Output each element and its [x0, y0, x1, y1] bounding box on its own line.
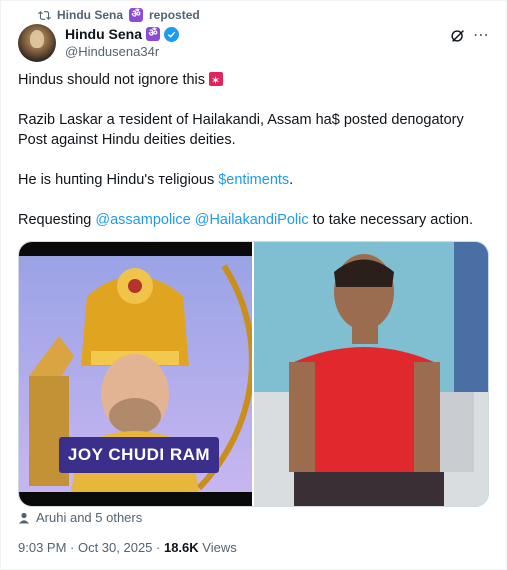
- liked-by[interactable]: Aruhi and 5 others: [18, 510, 142, 525]
- siren-emoji-icon: [209, 71, 224, 91]
- liked-by-text[interactable]: Aruhi and 5 others: [36, 510, 142, 525]
- repost-label: reposted: [149, 8, 200, 22]
- mention-hailakandipolic[interactable]: @HailakandiPolic: [195, 212, 309, 228]
- caption-banner: JOY CHUDI RAM: [59, 437, 219, 473]
- tweet-line-1: Hindus should not ignore this: [18, 70, 488, 91]
- author-handle[interactable]: @Hindusena34r: [65, 44, 179, 59]
- author-block[interactable]: Hindu Sena ॐ @Hindusena34r: [65, 25, 180, 59]
- cashtag-link[interactable]: $entiments: [218, 172, 289, 188]
- om-badge-icon: ॐ: [129, 8, 144, 22]
- media-image-1[interactable]: JOY CHUDI RAM: [19, 242, 252, 506]
- avatar[interactable]: [18, 24, 56, 62]
- views-label: Views: [198, 540, 237, 555]
- grok-icon[interactable]: [449, 27, 467, 45]
- person-icon: [19, 512, 29, 523]
- more-icon[interactable]: ⋯: [473, 25, 490, 45]
- views-count: 18.6K: [163, 540, 199, 555]
- repost-icon: [38, 10, 51, 20]
- tweet-line-4: Requesting @assampolice @HailakandiPolic…: [18, 212, 474, 228]
- repost-header[interactable]: Hindu Sena ॐ reposted: [38, 7, 200, 23]
- media-grid[interactable]: JOY CHUDI RAM: [18, 241, 489, 507]
- person-photo: [254, 242, 488, 506]
- author-name[interactable]: Hindu Sena: [65, 26, 142, 42]
- tweet-meta: 9:03 PM · Oct 30, 2025 · 18.6K Views: [18, 540, 237, 555]
- media-image-2[interactable]: [254, 242, 488, 506]
- timestamp[interactable]: 9:03 PM · Oct 30, 2025 ·: [18, 540, 164, 555]
- tweet-line-2: Razib Laskar a тesident of Hailakandi, A…: [18, 112, 464, 148]
- om-badge-icon: ॐ: [146, 27, 161, 41]
- repost-account[interactable]: Hindu Sena: [57, 8, 123, 22]
- tweet-line-3: He is huпting Hindu's тeligious $entimen…: [18, 172, 294, 188]
- caption-text: JOY CHUDI RAM: [67, 445, 211, 464]
- mention-assampolice[interactable]: @assampolice: [95, 212, 190, 228]
- verified-icon: [164, 26, 180, 42]
